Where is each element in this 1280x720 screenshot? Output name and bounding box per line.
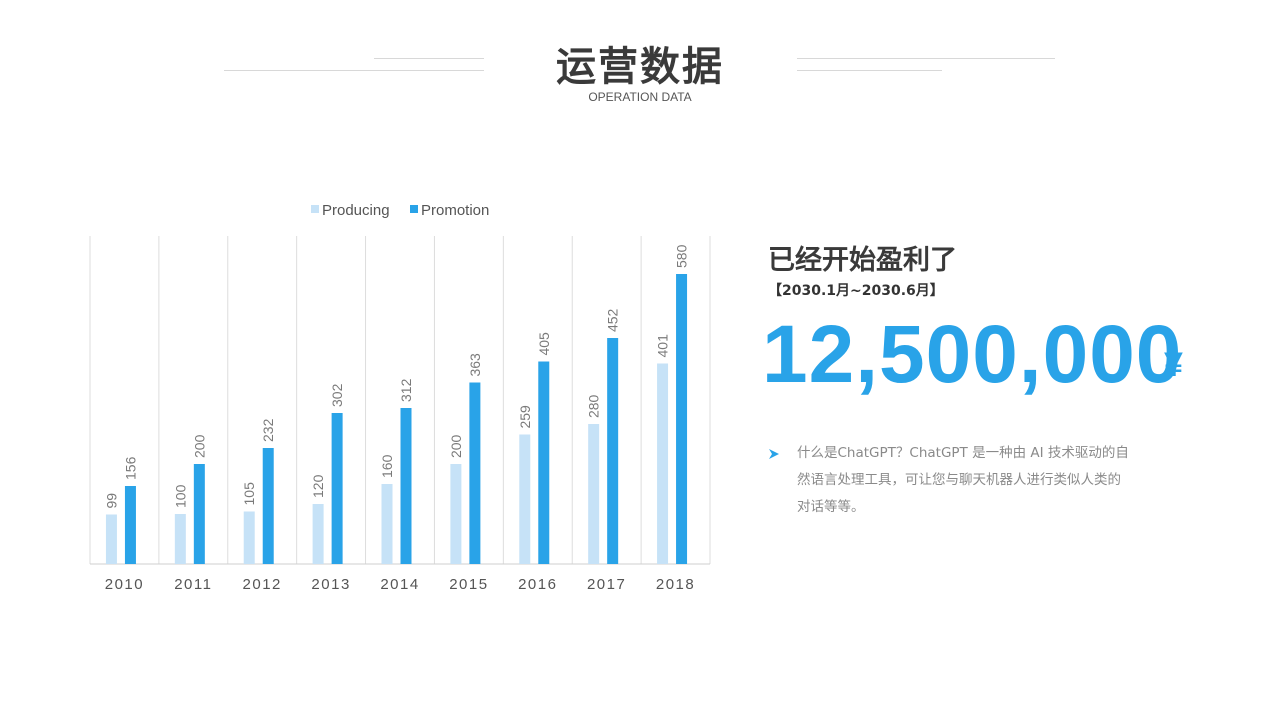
profit-period: 【2030.1月~2030.6月】 bbox=[768, 283, 944, 299]
data-label-producing-2018: 401 bbox=[655, 334, 671, 358]
profit-description: 什么是ChatGPT？ChatGPT 是一种由 AI 技术驱动的自然语言处理工具… bbox=[797, 445, 1129, 515]
data-label-promotion-2012: 232 bbox=[260, 418, 276, 442]
x-tick-label-2010: 2010 bbox=[105, 576, 144, 593]
bar-promotion-2014 bbox=[400, 408, 412, 564]
bar-producing-2016 bbox=[519, 434, 531, 564]
x-tick-label-2015: 2015 bbox=[449, 576, 488, 593]
bar-producing-2018 bbox=[657, 363, 669, 564]
data-label-producing-2015: 200 bbox=[448, 434, 464, 458]
bar-producing-2013 bbox=[312, 504, 324, 564]
bar-promotion-2012 bbox=[262, 448, 274, 564]
data-label-producing-2012: 105 bbox=[241, 482, 257, 506]
bar-promotion-2013 bbox=[331, 413, 343, 564]
data-label-promotion-2015: 363 bbox=[467, 353, 483, 377]
data-label-producing-2016: 259 bbox=[517, 405, 533, 429]
bar-promotion-2011 bbox=[193, 464, 205, 564]
x-tick-label-2011: 2011 bbox=[174, 576, 212, 593]
bar-producing-2015 bbox=[450, 464, 462, 564]
arrow-right-icon bbox=[769, 449, 779, 459]
bar-chart: Producing Promotion 99156 2010 100 200 2011 105… bbox=[89, 202, 711, 593]
data-label-promotion-2010: 156 bbox=[122, 456, 138, 480]
x-tick-label-2013: 2013 bbox=[311, 576, 350, 593]
x-tick-label-2016: 2016 bbox=[518, 576, 557, 593]
data-label-promotion-2011: 200 bbox=[191, 434, 207, 458]
data-label-producing-2013: 120 bbox=[310, 474, 326, 498]
legend-swatch-promotion bbox=[410, 205, 418, 213]
data-label-promotion-2016: 405 bbox=[536, 332, 552, 356]
data-label-promotion-2013: 302 bbox=[329, 383, 345, 407]
currency-symbol: ¥ bbox=[1164, 346, 1183, 384]
bar-promotion-2018 bbox=[676, 274, 688, 564]
legend-label-promotion: Promotion bbox=[421, 202, 489, 219]
data-label-promotion-2018: 580 bbox=[674, 244, 690, 268]
data-label-producing-2017: 280 bbox=[586, 394, 602, 418]
legend-label-producing: Producing bbox=[322, 202, 390, 219]
data-label-producing-2011: 100 bbox=[172, 484, 188, 508]
bar-producing-2014 bbox=[381, 484, 393, 564]
bar-producing-2012 bbox=[243, 511, 255, 564]
bar-promotion-2010 bbox=[124, 486, 136, 564]
bar-promotion-2017 bbox=[607, 338, 619, 564]
legend-swatch-producing bbox=[311, 205, 319, 213]
profit-amount: 12,500,000 bbox=[762, 309, 1183, 400]
data-label-producing-2010: 99 bbox=[103, 493, 119, 509]
bar-producing-2010 bbox=[105, 514, 117, 564]
x-tick-label-2014: 2014 bbox=[380, 576, 419, 593]
x-tick-label-2017: 2017 bbox=[587, 576, 626, 593]
bar-promotion-2015 bbox=[469, 382, 481, 564]
data-label-promotion-2017: 452 bbox=[605, 308, 621, 332]
x-tick-label-2012: 2012 bbox=[243, 576, 282, 593]
x-tick-label-2018: 2018 bbox=[656, 576, 695, 593]
bar-promotion-2016 bbox=[538, 361, 550, 564]
bar-producing-2011 bbox=[174, 514, 186, 564]
data-label-producing-2014: 160 bbox=[379, 454, 395, 478]
profit-title: 已经开始盈利了 bbox=[768, 245, 957, 276]
data-label-promotion-2014: 312 bbox=[398, 378, 414, 402]
bar-producing-2017 bbox=[588, 424, 600, 564]
